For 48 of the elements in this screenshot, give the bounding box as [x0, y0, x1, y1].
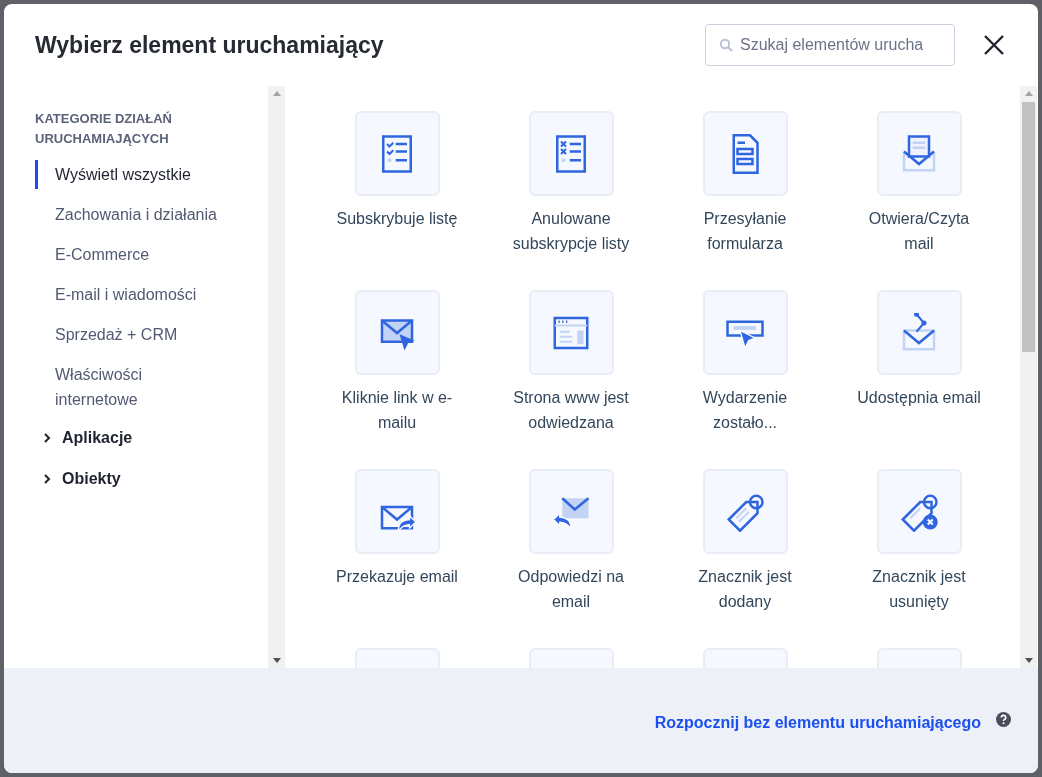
search-icon [719, 38, 733, 52]
trigger-label: Znacznik jest dodany [697, 567, 793, 612]
start-without-trigger-link[interactable]: Rozpocznij bez elementu uruchamiającego [654, 710, 981, 735]
trigger-tile[interactable]: Przekazuje email [310, 469, 484, 648]
help-icon[interactable] [996, 712, 1011, 727]
search-field[interactable]: Szukaj elementów urucha [705, 24, 955, 66]
trigger-tile[interactable]: Udostępnia email [832, 290, 1006, 469]
trigger-label: Znacznik jest usunięty [871, 567, 967, 612]
scroll-down-icon[interactable] [272, 658, 281, 663]
trigger-label: Anulowane subskrypcje listy [511, 209, 631, 254]
trigger-label: Kliknie link w e-mailu [340, 388, 454, 433]
trigger-label: Przesyłanie formularza [702, 209, 788, 254]
close-icon [983, 34, 1005, 56]
trigger-label: Otwiera/Czyta mail [867, 209, 971, 254]
trigger-tile[interactable]: Wydarzenie zostało... [658, 290, 832, 469]
trigger-label: Odpowiedzi na email [517, 567, 625, 612]
category-item[interactable]: E-Commerce [35, 240, 225, 269]
trigger-tile[interactable]: Kliknie link w e-mailu [310, 290, 484, 469]
sidebar-heading: KATEGORIE DZIAŁAŃ URUCHAMIAJĄCYCH [35, 110, 173, 148]
category-item[interactable]: Właściwości internetowe [35, 360, 225, 414]
trigger-label: Udostępnia email [856, 388, 982, 408]
dialog-title: Wybierz element uruchamiający [35, 30, 385, 60]
trigger-label: Strona www jest odwiedzana [512, 388, 630, 433]
chevron-icon [41, 472, 53, 485]
scroll-up-icon[interactable] [1024, 91, 1033, 96]
trigger-label: Przekazuje email [335, 567, 459, 587]
category-item[interactable]: Zachowania i działania [35, 200, 225, 229]
category-group[interactable]: Aplikacje [35, 425, 133, 450]
trigger-tile[interactable]: Anulowane subskrypcje listy [484, 111, 658, 290]
category-item[interactable]: Wyświetl wszystkie [35, 160, 225, 189]
trigger-tile[interactable]: Otwiera/Czyta mail [832, 111, 1006, 290]
trigger-tile[interactable]: Subskrybuje listę [310, 111, 484, 290]
trigger-tile[interactable]: Odpowiedzi na email [484, 469, 658, 648]
category-item[interactable]: E-mail i wiadomości [35, 280, 225, 309]
scrollbar[interactable] [1020, 86, 1037, 668]
trigger-label: Subskrybuje listę [335, 209, 459, 229]
scroll-down-icon[interactable] [1024, 658, 1033, 663]
chevron-icon [41, 431, 53, 444]
trigger-tile[interactable]: Znacznik jest usunięty [832, 469, 1006, 648]
trigger-tile[interactable]: Strona www jest odwiedzana [484, 290, 658, 469]
scrollbar[interactable] [268, 86, 285, 668]
category-group[interactable]: Obiekty [35, 466, 121, 491]
scrollbar-thumb[interactable] [1022, 102, 1035, 352]
scroll-up-icon[interactable] [272, 91, 281, 96]
trigger-label: Wydarzenie zostało... [701, 388, 789, 433]
category-item[interactable]: Sprzedaż + CRM [35, 320, 225, 349]
trigger-tile[interactable]: Przesyłanie formularza [658, 111, 832, 290]
trigger-tile[interactable]: Znacznik jest dodany [658, 469, 832, 648]
